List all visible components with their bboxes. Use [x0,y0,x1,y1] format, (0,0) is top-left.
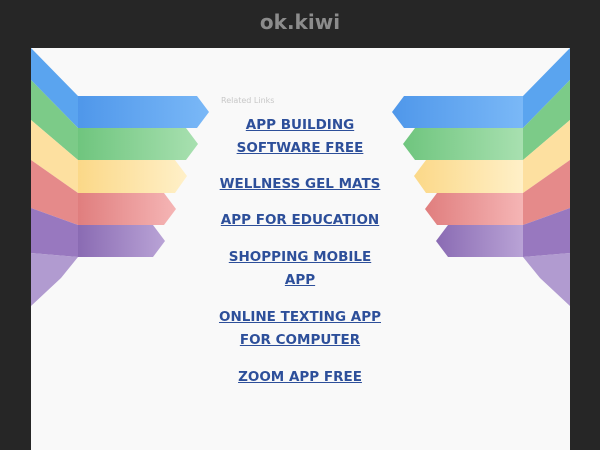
related-links-section: Related Links APP BUILDING SOFTWARE FREE… [31,48,570,450]
related-link-app-for-education[interactable]: APP FOR EDUCATION [200,209,400,232]
related-link-online-texting-app[interactable]: ONLINE TEXTING APP FOR COMPUTER [200,306,400,352]
link-line: APP FOR EDUCATION [220,212,380,228]
related-links-heading: Related Links [221,96,275,105]
parked-page-panel: Related Links APP BUILDING SOFTWARE FREE… [31,48,570,450]
link-line: WELLNESS GEL MATS [219,176,381,192]
link-line: APP BUILDING [245,117,355,133]
link-line: SOFTWARE FREE [236,140,364,156]
site-domain-title: ok.kiwi [259,10,341,34]
link-line: ONLINE TEXTING APP [218,309,381,325]
related-link-wellness-gel-mats[interactable]: WELLNESS GEL MATS [200,173,400,196]
related-link-shopping-mobile-app[interactable]: SHOPPING MOBILE APP [200,246,400,292]
link-line: FOR COMPUTER [239,332,361,348]
related-link-zoom-app-free[interactable]: ZOOM APP FREE [200,366,400,389]
link-line: APP [284,272,316,288]
link-line: SHOPPING MOBILE [228,249,372,265]
related-link-app-building[interactable]: APP BUILDING SOFTWARE FREE [200,114,400,160]
link-line: ZOOM APP FREE [238,369,362,385]
